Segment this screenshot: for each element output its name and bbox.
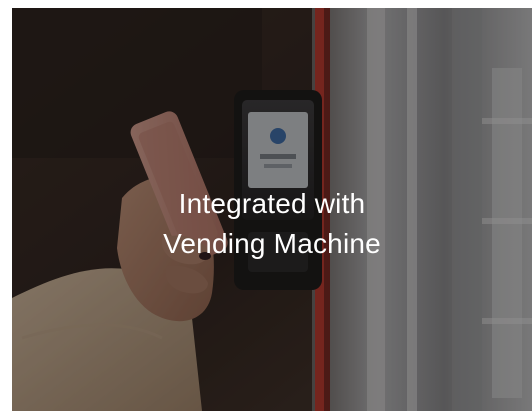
promo-tile[interactable]: Integrated with Vending Machine: [12, 8, 532, 411]
caption-line-1: Integrated with: [178, 188, 366, 219]
tile-caption: Integrated with Vending Machine: [12, 184, 532, 264]
caption-line-2: Vending Machine: [163, 228, 381, 259]
